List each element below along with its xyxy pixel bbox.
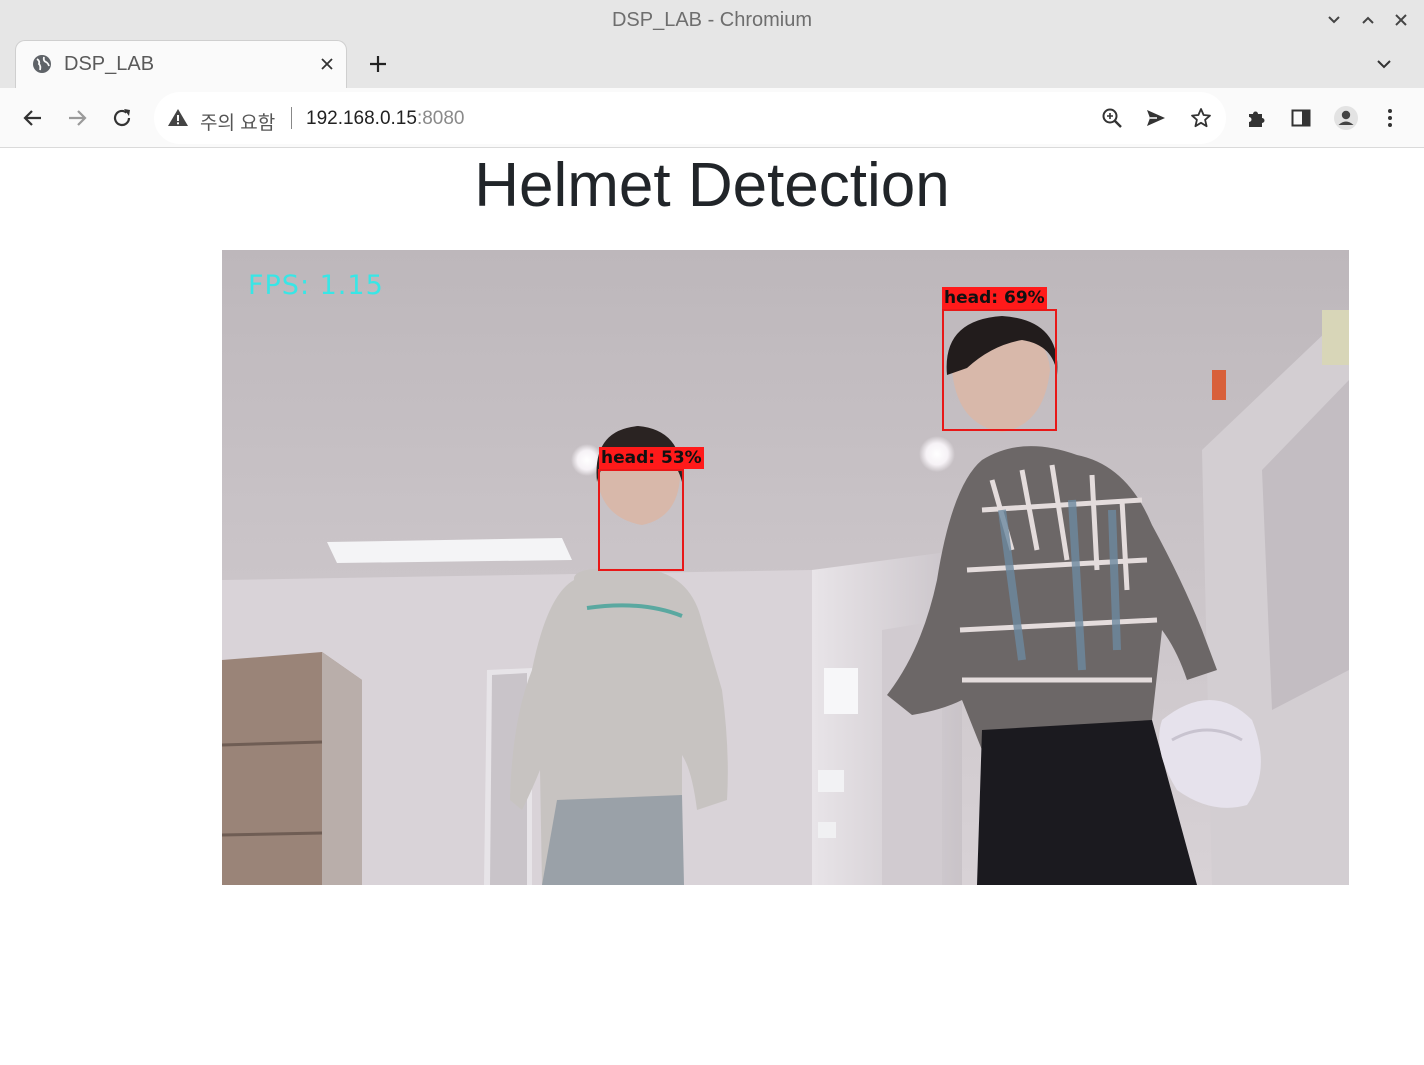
bookmark-button[interactable] — [1187, 104, 1215, 132]
camera-scene — [222, 250, 1349, 885]
forward-button[interactable] — [61, 102, 93, 134]
fps-readout: FPS: 1.15 — [248, 270, 384, 301]
globe-icon — [33, 55, 51, 73]
warning-icon[interactable] — [166, 106, 190, 130]
arrow-right-icon — [69, 110, 87, 126]
side-panel-icon — [1291, 109, 1311, 127]
arrow-left-icon — [23, 110, 41, 126]
plus-icon — [370, 56, 386, 72]
send-icon — [1147, 110, 1165, 126]
detection-box — [598, 469, 684, 571]
omnibox-divider — [291, 107, 292, 129]
detection-label: head: 69% — [942, 287, 1047, 309]
chevron-down-icon — [1328, 16, 1340, 24]
close-icon — [1395, 14, 1407, 26]
tab-title: DSP_LAB — [64, 53, 155, 75]
profile-button[interactable] — [1330, 102, 1362, 134]
zoom-button[interactable] — [1098, 104, 1126, 132]
window-title: DSP_LAB - Chromium — [611, 9, 813, 31]
detection-label: head: 53% — [599, 447, 704, 469]
extensions-button[interactable] — [1241, 102, 1273, 134]
page-title: Helmet Detection — [474, 151, 950, 220]
kebab-menu-icon — [1388, 109, 1392, 127]
address-bar[interactable]: 주의 요함 192.168.0.15:8080 — [154, 92, 1226, 144]
reload-button[interactable] — [106, 102, 138, 134]
security-status-label[interactable]: 주의 요함 — [200, 108, 275, 135]
profile-icon — [1334, 106, 1358, 130]
reload-icon — [113, 109, 131, 127]
puzzle-icon — [1249, 111, 1265, 127]
side-panel-button[interactable] — [1285, 102, 1317, 134]
menu-button[interactable] — [1374, 102, 1406, 134]
minimize-button[interactable] — [1322, 8, 1346, 32]
detection-box — [942, 309, 1057, 431]
url-port: :8080 — [416, 108, 465, 129]
back-button[interactable] — [17, 102, 49, 134]
tab-close-button[interactable] — [316, 53, 338, 75]
camera-feed-image: FPS: 1.15 head: 53% head: 69% — [222, 250, 1349, 885]
url-host: 192.168.0.15 — [306, 108, 417, 129]
chevron-down-icon — [1377, 60, 1391, 69]
send-to-device-button[interactable] — [1142, 104, 1170, 132]
chevron-up-icon — [1362, 16, 1374, 24]
zoom-icon — [1102, 108, 1122, 128]
browser-toolbar: 주의 요함 192.168.0.15:8080 — [0, 88, 1424, 148]
url-text[interactable]: 192.168.0.15:8080 — [306, 108, 465, 130]
window-title-bar[interactable]: DSP_LAB - Chromium — [0, 0, 1424, 40]
tab-strip: DSP_LAB — [0, 40, 1424, 88]
maximize-button[interactable] — [1356, 8, 1380, 32]
close-window-button[interactable] — [1389, 8, 1413, 32]
tab-dsp-lab[interactable]: DSP_LAB — [15, 40, 347, 88]
tab-search-button[interactable] — [1372, 52, 1396, 76]
new-tab-button[interactable] — [364, 50, 392, 78]
close-icon — [321, 58, 333, 70]
star-icon — [1191, 108, 1211, 128]
